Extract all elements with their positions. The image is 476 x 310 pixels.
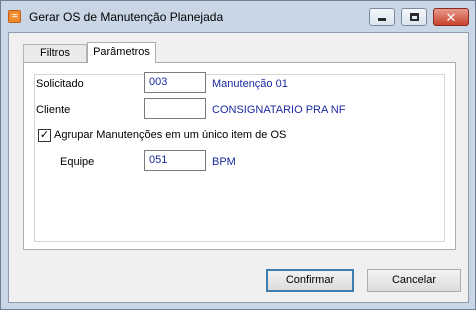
cancel-button[interactable]: Cancelar <box>367 269 461 292</box>
dialog-body: Filtros Parâmetros Solicitado 003 Manute… <box>8 32 469 303</box>
tab-panel-parametros: Solicitado 003 Manutenção 01 Cliente CON… <box>23 62 456 250</box>
close-icon: ✕ <box>445 9 457 25</box>
cliente-description: CONSIGNATARIO PRA NF <box>212 104 346 116</box>
dialog-window: ♒ Gerar OS de Manutenção Planejada ✕ Fil… <box>0 0 476 310</box>
solicitado-label: Solicitado <box>36 78 84 90</box>
tab-parametros[interactable]: Parâmetros <box>87 42 156 63</box>
equipe-label: Equipe <box>60 156 95 168</box>
tab-filtros[interactable]: Filtros <box>23 44 87 62</box>
title-bar[interactable]: ♒ Gerar OS de Manutenção Planejada ✕ <box>1 1 475 32</box>
minimize-button[interactable] <box>369 8 395 26</box>
cliente-label: Cliente <box>36 104 71 116</box>
window-title: Gerar OS de Manutenção Planejada <box>29 10 224 24</box>
checkmark-icon: ✓ <box>39 129 50 141</box>
parameters-group: Solicitado 003 Manutenção 01 Cliente CON… <box>34 72 445 242</box>
maximize-icon <box>409 13 419 21</box>
agrupar-checkbox[interactable]: ✓ <box>38 129 51 142</box>
solicitado-description: Manutenção 01 <box>212 78 288 90</box>
close-button[interactable]: ✕ <box>433 8 469 26</box>
confirm-button[interactable]: Confirmar <box>266 269 354 292</box>
equipe-description: BPM <box>212 156 236 168</box>
equipe-field[interactable]: 051 <box>144 150 206 171</box>
solicitado-field[interactable]: 003 <box>144 72 206 93</box>
app-icon: ♒ <box>8 10 21 23</box>
agrupar-label[interactable]: Agrupar Manutenções em um único item de … <box>54 129 286 141</box>
maximize-button[interactable] <box>401 8 427 26</box>
cliente-field[interactable] <box>144 98 206 119</box>
minimize-icon <box>378 18 386 21</box>
